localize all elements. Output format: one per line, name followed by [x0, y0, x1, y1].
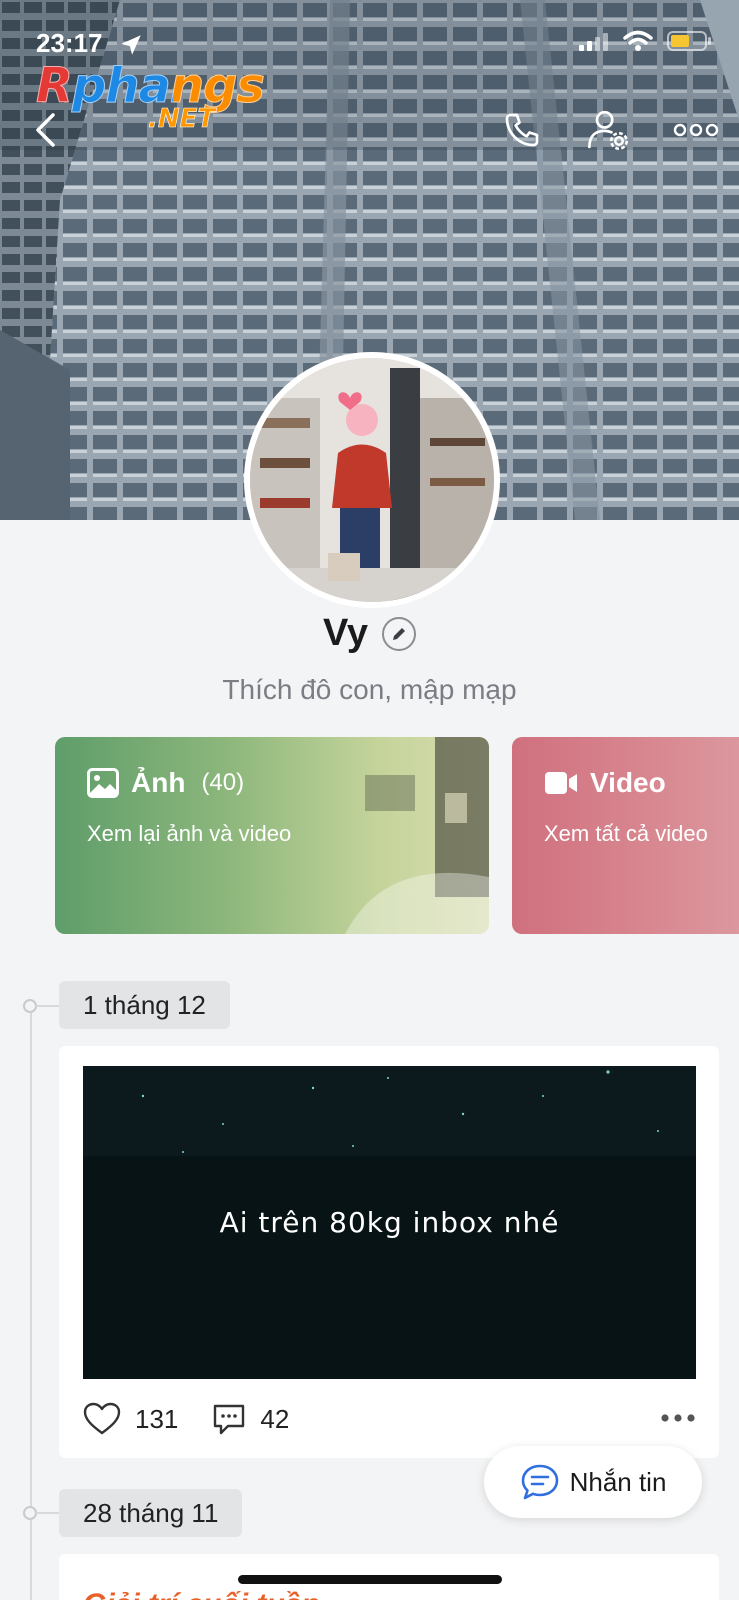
- videos-card-title: Video: [590, 767, 666, 798]
- post-date-chip: 1 tháng 12: [59, 981, 230, 1029]
- wifi-icon: [623, 30, 653, 51]
- photos-card-background: [345, 737, 489, 934]
- photos-card-subtitle: Xem lại ảnh và video: [87, 821, 292, 846]
- timeline-dot: [23, 999, 37, 1013]
- like-count: 131: [135, 1403, 179, 1434]
- watermark-logo: Rphangs .NET: [36, 58, 266, 135]
- status-time: 23:17: [36, 28, 103, 58]
- pencil-icon: [393, 627, 406, 640]
- image-icon: [87, 768, 119, 798]
- post-text: Giải trí cuối tuần: [83, 1588, 320, 1600]
- videos-card[interactable]: Video Xem tất cả video: [512, 737, 739, 934]
- phone-icon: [505, 113, 539, 147]
- comment-button[interactable]: 42: [212, 1402, 289, 1436]
- avatar[interactable]: [244, 352, 500, 608]
- videos-card-subtitle: Xem tất cả video: [544, 821, 708, 846]
- profile-bio: Thích đô con, mập mạp: [222, 674, 517, 705]
- profile-name-row: Vy: [0, 612, 739, 655]
- photos-card[interactable]: Ảnh (40) Xem lại ảnh và video: [55, 737, 489, 934]
- post-more-button[interactable]: [660, 1410, 696, 1428]
- heart-icon: [83, 1402, 121, 1435]
- video-camera-icon: [545, 772, 577, 794]
- more-icon: [673, 123, 719, 137]
- battery-icon: [667, 31, 711, 51]
- signal-icon: [579, 33, 608, 51]
- post-actions: 131 42: [83, 1402, 696, 1436]
- avatar-photo: [250, 358, 494, 602]
- like-button[interactable]: 131: [83, 1402, 178, 1436]
- message-button-label: Nhắn tin: [569, 1466, 667, 1497]
- chat-bubble-icon: [521, 1464, 558, 1500]
- post-media[interactable]: Ai trên 80kg inbox nhé: [83, 1066, 696, 1379]
- comment-count: 42: [260, 1403, 290, 1434]
- more-dots-icon: [661, 1414, 695, 1422]
- videos-card-title-row: Video: [544, 767, 666, 799]
- photos-card-count: (40): [201, 769, 245, 796]
- watermark-sub: .NET: [148, 104, 216, 135]
- timeline-dot: [23, 1506, 37, 1520]
- profile-name: Vy: [322, 612, 369, 654]
- back-button[interactable]: [22, 106, 70, 154]
- photos-card-title-row: Ảnh (40): [87, 767, 244, 799]
- message-button[interactable]: Nhắn tin: [484, 1446, 702, 1518]
- post-date-chip: 28 tháng 11: [59, 1489, 243, 1537]
- profile-settings-icon: [588, 110, 629, 151]
- profile-settings-button[interactable]: [584, 106, 632, 154]
- post-text: Ai trên 80kg inbox nhé: [219, 1206, 560, 1239]
- timeline-post[interactable]: Ai trên 80kg inbox nhé 131 42: [59, 1046, 719, 1458]
- photos-card-title: Ảnh: [131, 767, 186, 798]
- call-button[interactable]: [498, 106, 546, 154]
- home-indicator[interactable]: [238, 1575, 502, 1584]
- back-icon: [36, 113, 55, 147]
- comment-icon: [214, 1404, 245, 1435]
- edit-name-button[interactable]: [382, 616, 417, 651]
- more-options-button[interactable]: [672, 106, 720, 154]
- location-arrow-icon: [121, 35, 141, 55]
